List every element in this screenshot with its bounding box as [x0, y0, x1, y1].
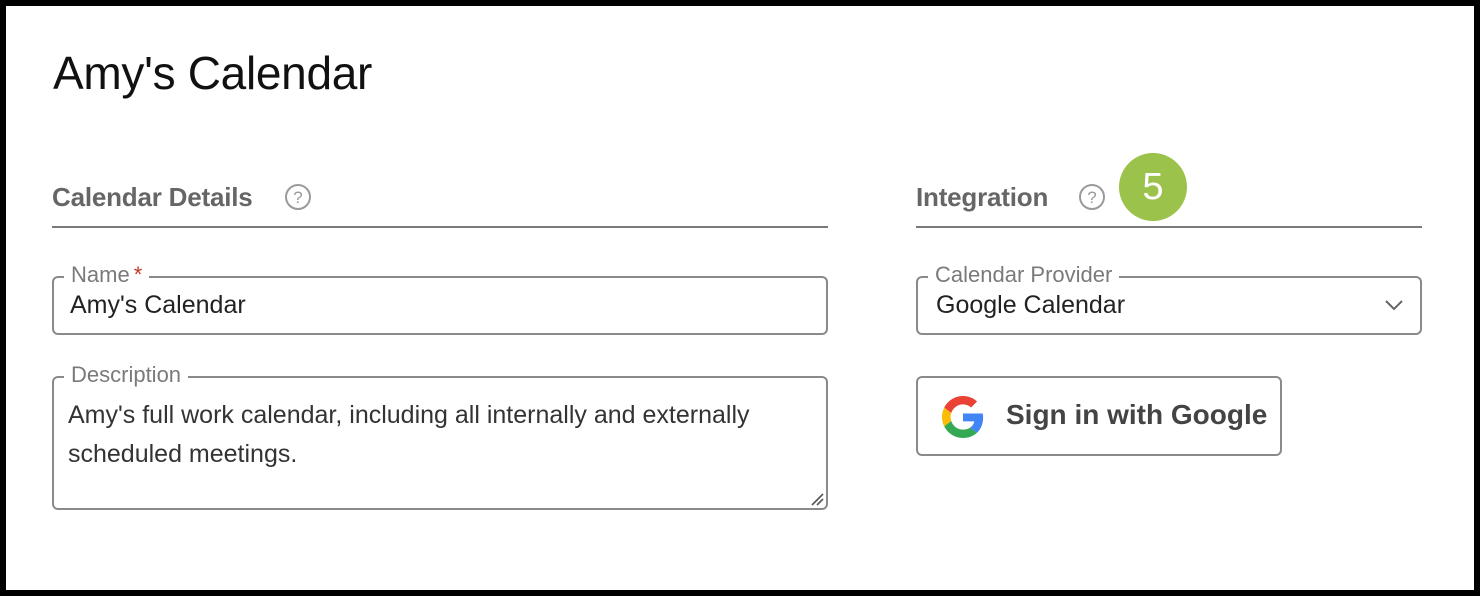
chevron-down-icon[interactable]: [1384, 298, 1404, 312]
page-title: Amy's Calendar: [53, 47, 373, 99]
name-input-value[interactable]: Amy's Calendar: [70, 291, 246, 320]
integration-heading: Integration: [916, 182, 1049, 212]
integration-section-header: Integration ? 5: [916, 153, 1422, 228]
description-field[interactable]: Description Amy's full work calendar, in…: [52, 361, 828, 510]
sign-in-with-google-label: Sign in with Google: [1006, 399, 1268, 430]
google-logo-icon: [942, 396, 984, 438]
calendar-details-section-header: Calendar Details ?: [52, 176, 828, 228]
calendar-details-heading: Calendar Details: [52, 182, 253, 212]
description-field-label: Description: [64, 361, 189, 389]
description-textarea-value[interactable]: Amy's full work calendar, including all …: [68, 396, 808, 474]
name-label-text: Name: [71, 262, 130, 287]
calendar-settings-panel: Amy's Calendar Calendar Details ? Integr…: [6, 6, 1474, 590]
resize-handle-icon[interactable]: [810, 492, 824, 506]
name-field[interactable]: Name * Amy's Calendar: [52, 261, 828, 335]
calendar-provider-value: Google Calendar: [936, 291, 1126, 319]
step-badge: 5: [1119, 153, 1187, 221]
calendar-provider-select[interactable]: Calendar Provider Google Calendar: [916, 261, 1422, 335]
required-marker: *: [133, 262, 143, 287]
sign-in-with-google-button[interactable]: Sign in with Google: [916, 376, 1282, 456]
integration-help-icon[interactable]: ?: [1079, 184, 1105, 210]
calendar-provider-label: Calendar Provider: [928, 261, 1120, 289]
calendar-details-help-icon[interactable]: ?: [285, 184, 311, 210]
name-field-label: Name *: [64, 261, 150, 289]
